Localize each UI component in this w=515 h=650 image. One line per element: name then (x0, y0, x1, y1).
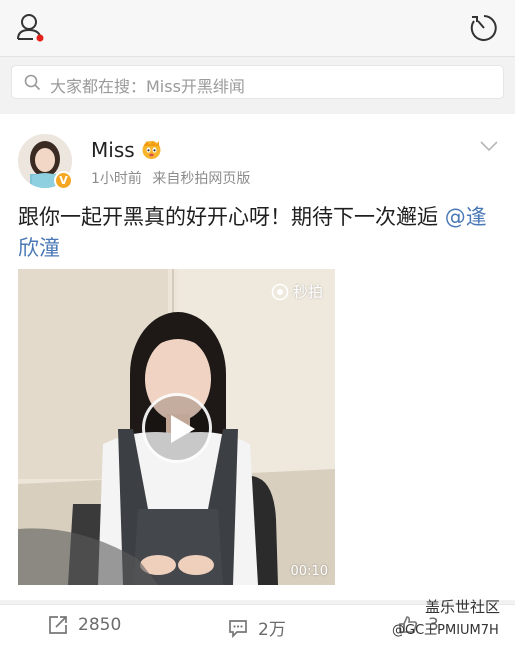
top-bar (0, 0, 515, 57)
comment-count: 2万 (258, 620, 286, 640)
video-logo: 秒拍 (271, 281, 323, 302)
user-icon[interactable] (16, 12, 46, 44)
verified-badge: V (54, 171, 73, 190)
play-icon (171, 415, 195, 443)
post-source[interactable]: 来自秒拍网页版 (152, 171, 250, 187)
video-duration: 00:10 (290, 564, 328, 579)
camera-icon (271, 283, 289, 301)
play-button[interactable] (142, 393, 212, 463)
vip-crown-icon (141, 139, 162, 160)
repost-button[interactable]: 2850 (48, 615, 121, 635)
weibo-feed-page: 大家都在搜：Miss开黑绯闻 V Miss 1小时前 来自秒拍网页版 跟你一起开… (0, 0, 515, 650)
search-area: 大家都在搜：Miss开黑绯闻 (0, 57, 515, 109)
author-name[interactable]: Miss (91, 138, 135, 162)
comment-button[interactable]: 2万 (228, 615, 286, 640)
repost-icon (49, 616, 67, 634)
post-card: V Miss 1小时前 来自秒拍网页版 跟你一起开黑真的好开心呀！期待下一次邂逅… (0, 114, 515, 600)
search-placeholder: 大家都在搜：Miss开黑绯闻 (50, 77, 245, 96)
post-time: 1小时前 (91, 171, 142, 187)
search-icon (24, 74, 41, 91)
comment-icon (229, 619, 247, 638)
post-body: 跟你一起开黑真的好开心呀！期待下一次邂逅 (18, 205, 445, 229)
chevron-down-icon[interactable] (479, 138, 499, 152)
radar-icon[interactable] (469, 13, 499, 43)
post-meta: 1小时前 来自秒拍网页版 (91, 168, 250, 188)
video-player[interactable]: 秒拍 00:10 (18, 269, 335, 585)
video-logo-text: 秒拍 (292, 283, 323, 301)
search-input[interactable]: 大家都在搜：Miss开黑绯闻 (11, 65, 504, 99)
watermark-user: @GC王PMIUM7H (392, 623, 499, 638)
watermark-title: 盖乐世社区 (425, 598, 501, 616)
repost-count: 2850 (78, 615, 122, 635)
post-text: 跟你一起开黑真的好开心呀！期待下一次邂逅 @逢欣潼 (18, 202, 504, 264)
